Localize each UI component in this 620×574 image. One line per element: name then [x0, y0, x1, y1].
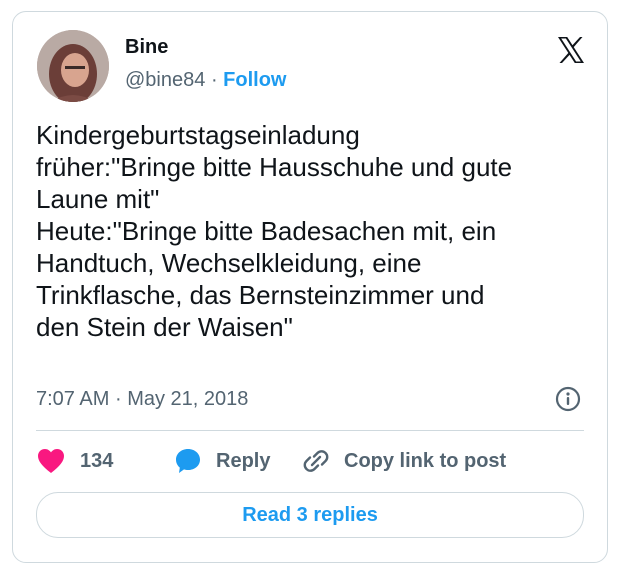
post-timestamp[interactable]: 7:07 AM · May 21, 2018: [36, 388, 248, 411]
speech-bubble-icon: [176, 449, 200, 473]
post-time: 7:07 AM: [36, 388, 110, 410]
post-text: Kindergeburtstagseinladung früher:"Bring…: [36, 120, 513, 342]
post-actions: 134 Reply Copy link to post: [36, 444, 596, 478]
x-logo-icon[interactable]: [555, 34, 587, 66]
avatar[interactable]: [37, 30, 109, 102]
info-icon[interactable]: [555, 386, 581, 412]
post-date: May 21, 2018: [127, 388, 249, 410]
read-replies-button[interactable]: Read 3 replies: [36, 492, 584, 538]
reply-button[interactable]: Reply: [174, 444, 270, 478]
author-name[interactable]: Bine: [125, 36, 168, 59]
reply-label: Reply: [216, 449, 271, 472]
like-count: 134: [80, 449, 114, 472]
embedded-post-card: Bine @bine84 · Follow Kindergeburtstagse…: [12, 11, 608, 563]
link-icon: [303, 450, 329, 472]
copy-link-button[interactable]: Copy link to post: [302, 444, 506, 478]
timestamp-separator: ·: [114, 388, 122, 410]
avatar-image: [37, 30, 109, 102]
copy-link-label: Copy link to post: [344, 449, 507, 472]
divider: [36, 430, 584, 431]
author-handle-row: @bine84 · Follow: [125, 69, 287, 92]
read-replies-label: Read 3 replies: [242, 503, 378, 526]
handle-separator: ·: [210, 69, 218, 91]
follow-button[interactable]: Follow: [223, 69, 286, 91]
author-handle[interactable]: @bine84: [125, 69, 205, 91]
heart-icon: [38, 449, 64, 473]
like-button[interactable]: 134: [36, 444, 113, 478]
